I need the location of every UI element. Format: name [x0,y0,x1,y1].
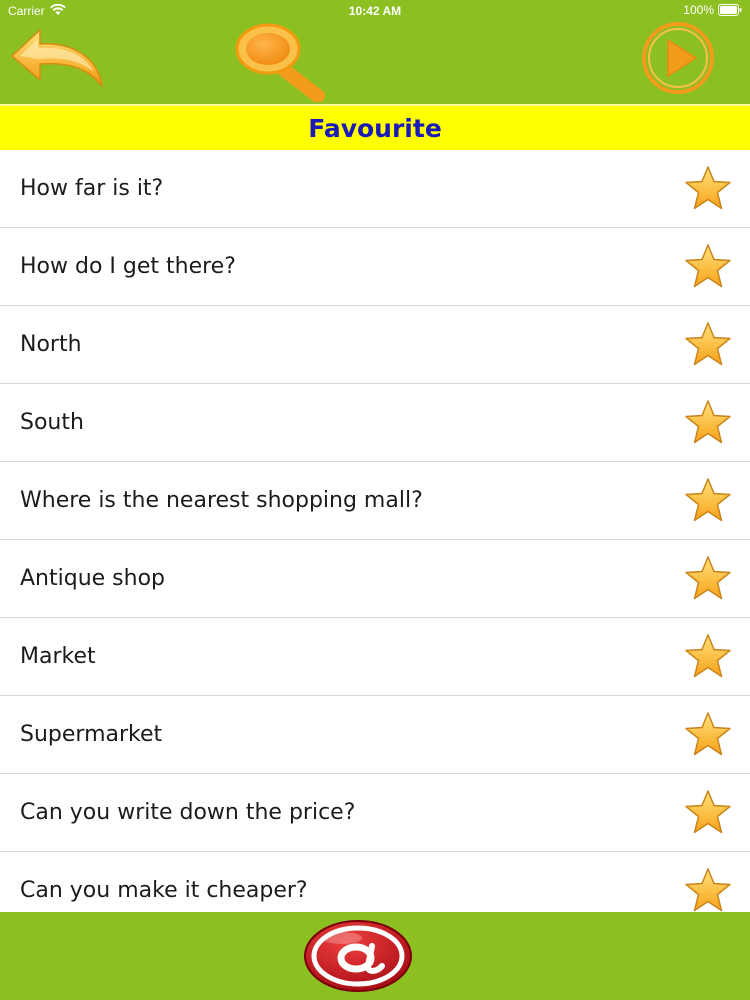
favourite-star-button[interactable] [684,555,732,601]
favourite-star-button[interactable] [684,711,732,757]
favourite-star-button[interactable] [684,789,732,835]
list-item-label: Can you make it cheaper? [20,878,308,903]
list-item-label: Antique shop [20,566,165,591]
favourite-star-button[interactable] [684,165,732,211]
list-item[interactable]: Antique shop [0,540,750,618]
play-button[interactable] [640,20,718,98]
favourite-star-button[interactable] [684,321,732,367]
play-icon [642,22,714,94]
search-button[interactable] [232,22,326,103]
list-item-label: South [20,410,84,435]
favourite-star-icon [685,322,731,366]
list-item-label: Where is the nearest shopping mall? [20,488,423,513]
list-item[interactable]: Market [0,618,750,696]
list-item[interactable]: How far is it? [0,150,750,228]
status-bar: Carrier 10:42 AM 100% [0,0,750,22]
magnifier-icon [235,23,325,103]
favourite-star-button[interactable] [684,867,732,912]
list-item[interactable]: Can you make it cheaper? [0,852,750,912]
favourite-star-icon [685,400,731,444]
page-title: Favourite [308,113,442,143]
list-item-label: Supermarket [20,722,163,747]
favourite-star-icon [685,244,731,288]
favourite-star-icon [685,556,731,600]
favourite-star-icon [685,790,731,834]
list-item[interactable]: Where is the nearest shopping mall? [0,462,750,540]
favourite-star-button[interactable] [684,243,732,289]
back-arrow-icon [11,29,103,87]
list-item[interactable]: Supermarket [0,696,750,774]
list-item-label: How do I get there? [20,254,236,279]
battery-icon [718,4,742,16]
email-button[interactable] [302,918,414,994]
clock-label: 10:42 AM [348,4,402,18]
at-sign-icon [304,920,412,992]
list-item[interactable]: Can you write down the price? [0,774,750,852]
list-item-label: Market [20,644,96,669]
list-item-label: How far is it? [20,176,164,201]
bottom-toolbar [0,912,750,1000]
list-item-label: North [20,332,82,357]
list-item[interactable]: South [0,384,750,462]
list-item[interactable]: North [0,306,750,384]
favourite-star-button[interactable] [684,633,732,679]
back-button[interactable] [8,26,106,92]
favourite-star-icon [685,166,731,210]
page-title-bar: Favourite [0,104,750,150]
list-item-label: Can you write down the price? [20,800,356,825]
favourite-star-icon [685,478,731,522]
list-item[interactable]: How do I get there? [0,228,750,306]
favourite-star-icon [685,868,731,912]
favourite-star-icon [685,712,731,756]
top-toolbar: Carrier 10:42 AM 100% [0,0,750,104]
favourites-list: How far is it? How do I get there? North [0,150,750,912]
favourite-star-button[interactable] [684,399,732,445]
battery-status: 100% [683,3,742,17]
favourite-star-icon [685,634,731,678]
favourite-star-button[interactable] [684,477,732,523]
battery-percent: 100% [683,3,714,17]
